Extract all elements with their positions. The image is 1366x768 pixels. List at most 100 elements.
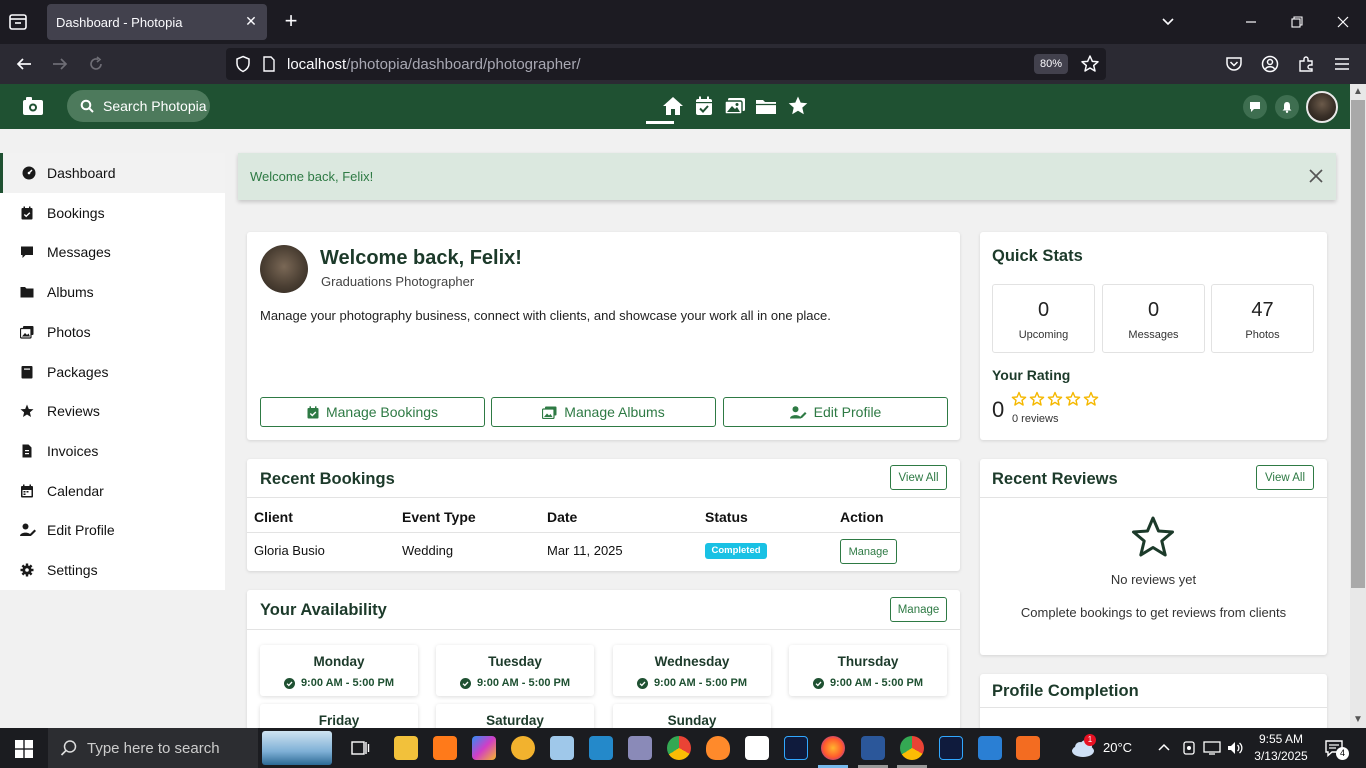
sidebar-item-photos[interactable]: Photos xyxy=(0,312,225,352)
sidebar: Dashboard Bookings Messages Albums Photo… xyxy=(0,153,225,590)
folder-nav-icon[interactable] xyxy=(755,96,777,116)
stat-messages: 0 Messages xyxy=(1102,284,1205,353)
sidebar-item-settings[interactable]: Settings xyxy=(0,550,225,590)
availability-title: Your Availability xyxy=(260,601,387,619)
capcut-icon[interactable] xyxy=(745,736,769,760)
new-tab-icon[interactable]: + xyxy=(279,10,303,34)
calendar-check-nav-icon[interactable] xyxy=(693,96,715,116)
sidebar-item-messages[interactable]: Messages xyxy=(0,232,225,272)
url-text[interactable]: localhost/photopia/dashboard/photographe… xyxy=(287,56,581,73)
user-avatar[interactable] xyxy=(1306,91,1338,123)
rating-stars xyxy=(1011,391,1121,407)
sidebar-item-dashboard[interactable]: Dashboard xyxy=(0,153,225,193)
chevron-down-icon[interactable] xyxy=(1156,10,1180,34)
sidebar-item-invoices[interactable]: Invoices xyxy=(0,431,225,471)
network-icon[interactable] xyxy=(1203,740,1221,756)
sidebar-item-albums[interactable]: Albums xyxy=(0,272,225,312)
tray-chevron-up-icon[interactable] xyxy=(1157,742,1171,752)
url-path: /photopia/dashboard/photographer/ xyxy=(346,56,581,73)
remote-app-icon[interactable] xyxy=(978,736,1002,760)
sidebar-item-reviews[interactable]: Reviews xyxy=(0,391,225,431)
menu-hamburger-icon[interactable] xyxy=(1330,52,1354,76)
forward-arrow-icon[interactable] xyxy=(48,52,72,76)
tab-list-icon[interactable] xyxy=(8,12,30,32)
browser-tab-active[interactable]: Dashboard - Photopia ✕ xyxy=(47,4,267,40)
search-highlight-image xyxy=(262,731,332,765)
weather-temp[interactable]: 20°C xyxy=(1103,740,1132,755)
word-icon[interactable] xyxy=(861,736,885,760)
zoom-level[interactable]: 80% xyxy=(1034,54,1068,74)
shield-icon[interactable] xyxy=(234,55,252,73)
column-header: Client xyxy=(254,509,293,525)
scroll-down-arrow-icon[interactable]: ▼ xyxy=(1350,712,1366,728)
task-view-icon[interactable] xyxy=(350,738,370,758)
paw-app-icon[interactable] xyxy=(511,736,535,760)
page-icon[interactable] xyxy=(262,56,276,72)
view-all-bookings-button[interactable]: View All xyxy=(890,465,947,490)
network-app-icon[interactable] xyxy=(628,736,652,760)
url-bar[interactable]: localhost/photopia/dashboard/photographe… xyxy=(226,48,1106,80)
column-header: Date xyxy=(547,509,578,525)
restore-icon[interactable] xyxy=(1285,10,1309,34)
edit-profile-button[interactable]: Edit Profile xyxy=(723,397,948,427)
day-time: 9:00 AM - 5:00 PM xyxy=(260,677,418,689)
sidebar-item-bookings[interactable]: Bookings xyxy=(0,193,225,233)
clock-date[interactable]: 3/13/2025 xyxy=(1251,749,1311,763)
windows-taskbar: Type here to search 1 20°C 9:55 AM 3/13/… xyxy=(0,728,1366,768)
messages-button[interactable] xyxy=(1243,95,1267,119)
folder-icon xyxy=(20,287,34,298)
manage-bookings-button[interactable]: Manage Bookings xyxy=(260,397,485,427)
file-explorer-icon[interactable] xyxy=(394,736,418,760)
active-nav-indicator xyxy=(646,121,674,124)
close-window-icon[interactable] xyxy=(1331,10,1355,34)
sidebar-item-packages[interactable]: Packages xyxy=(0,352,225,392)
close-icon[interactable] xyxy=(1308,168,1324,184)
scroll-up-arrow-icon[interactable]: ▲ xyxy=(1350,84,1366,100)
pocket-icon[interactable] xyxy=(1222,52,1246,76)
stat-photos: 47 Photos xyxy=(1211,284,1314,353)
photoshop-2-icon[interactable] xyxy=(939,736,963,760)
scrollbar-thumb[interactable] xyxy=(1351,100,1365,588)
stat-label: Photos xyxy=(1245,329,1280,341)
copilot-icon[interactable] xyxy=(472,736,496,760)
check-circle-icon xyxy=(459,677,471,689)
view-all-reviews-button[interactable]: View All xyxy=(1256,465,1314,490)
chrome-icon[interactable] xyxy=(667,736,691,760)
chrome-profile-icon[interactable] xyxy=(900,736,924,760)
sidebar-item-label: Messages xyxy=(47,244,111,260)
images-nav-icon[interactable] xyxy=(724,96,746,116)
recent-reviews-title: Recent Reviews xyxy=(992,470,1118,488)
photoshop-icon[interactable] xyxy=(784,736,808,760)
search-icon xyxy=(80,99,94,113)
sidebar-item-calendar[interactable]: Calendar xyxy=(0,471,225,511)
search-button[interactable]: Search Photopia xyxy=(67,90,210,122)
manage-albums-button[interactable]: Manage Albums xyxy=(491,397,716,427)
xampp-icon[interactable] xyxy=(1016,736,1040,760)
reload-icon[interactable] xyxy=(84,52,108,76)
manage-booking-button[interactable]: Manage xyxy=(840,539,897,564)
vscode-icon[interactable] xyxy=(589,736,613,760)
sidebar-item-edit-profile[interactable]: Edit Profile xyxy=(0,510,225,550)
home-icon[interactable] xyxy=(662,96,684,116)
microphone-icon[interactable] xyxy=(706,736,730,760)
manage-availability-button[interactable]: Manage xyxy=(890,597,947,622)
star-nav-icon[interactable] xyxy=(787,96,809,116)
account-icon[interactable] xyxy=(1258,52,1282,76)
volume-icon[interactable] xyxy=(1226,740,1244,756)
clock-time[interactable]: 9:55 AM xyxy=(1255,732,1307,746)
recent-reviews-card: Recent Reviews View All No reviews yet C… xyxy=(980,459,1327,655)
table-cell-event: Wedding xyxy=(402,543,454,558)
firefox-icon[interactable] xyxy=(821,736,845,760)
notepad-icon[interactable] xyxy=(550,736,574,760)
minimize-icon[interactable] xyxy=(1239,10,1263,34)
bookmark-star-icon[interactable] xyxy=(1080,54,1100,74)
camera-logo-icon[interactable] xyxy=(22,96,44,116)
tray-device-icon[interactable] xyxy=(1182,740,1196,756)
notifications-button[interactable] xyxy=(1275,95,1299,119)
taskbar-search-box[interactable]: Type here to search xyxy=(48,728,258,768)
back-arrow-icon[interactable] xyxy=(12,52,36,76)
tab-close-icon[interactable]: ✕ xyxy=(243,13,259,29)
windows-start-icon[interactable] xyxy=(15,740,33,758)
extensions-icon[interactable] xyxy=(1294,52,1318,76)
sublime-text-icon[interactable] xyxy=(433,736,457,760)
